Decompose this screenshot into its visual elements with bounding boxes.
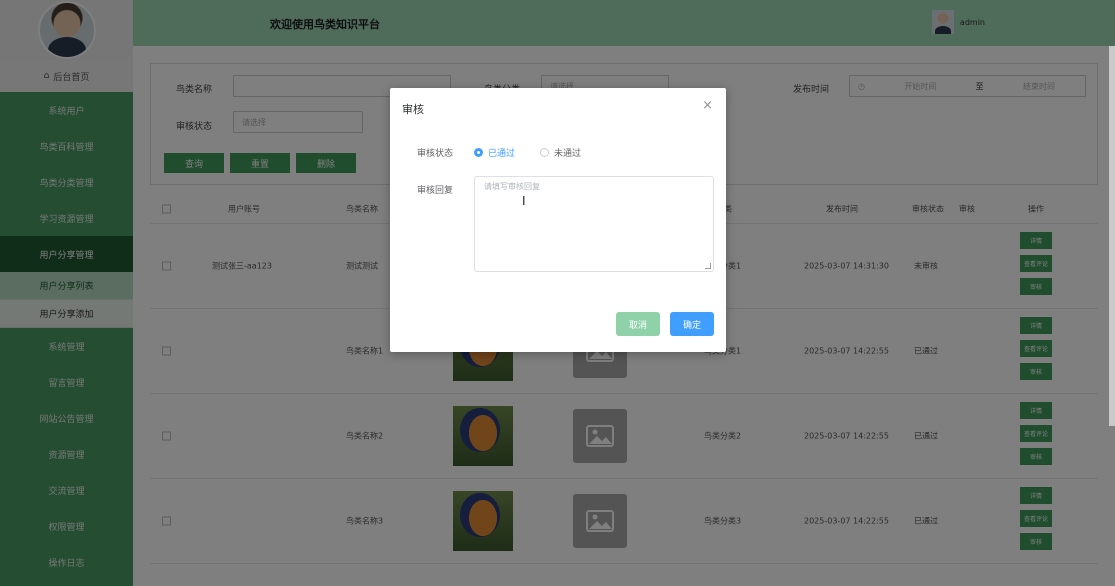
- radio-rejected[interactable]: 未通过: [540, 146, 581, 159]
- radio-dot-icon: [474, 148, 483, 157]
- resize-handle-icon[interactable]: [705, 263, 711, 269]
- audit-status-label: 审核状态: [417, 149, 454, 159]
- audit-dialog: 审核 × 审核状态 已通过 未通过 审核回复 请填写审核回复 I 取消 确定: [390, 88, 726, 352]
- radio-dot-icon: [540, 148, 549, 157]
- radio-approved[interactable]: 已通过: [474, 146, 515, 159]
- text-cursor-icon: I: [522, 194, 526, 208]
- confirm-button[interactable]: 确定: [670, 312, 714, 336]
- audit-reply-label: 审核回复: [417, 186, 454, 196]
- audit-reply-textarea[interactable]: 请填写审核回复: [474, 176, 714, 272]
- page-scrollbar[interactable]: [1109, 46, 1115, 426]
- close-icon[interactable]: ×: [702, 98, 713, 113]
- dialog-title: 审核: [402, 103, 424, 116]
- cancel-button[interactable]: 取消: [616, 312, 660, 336]
